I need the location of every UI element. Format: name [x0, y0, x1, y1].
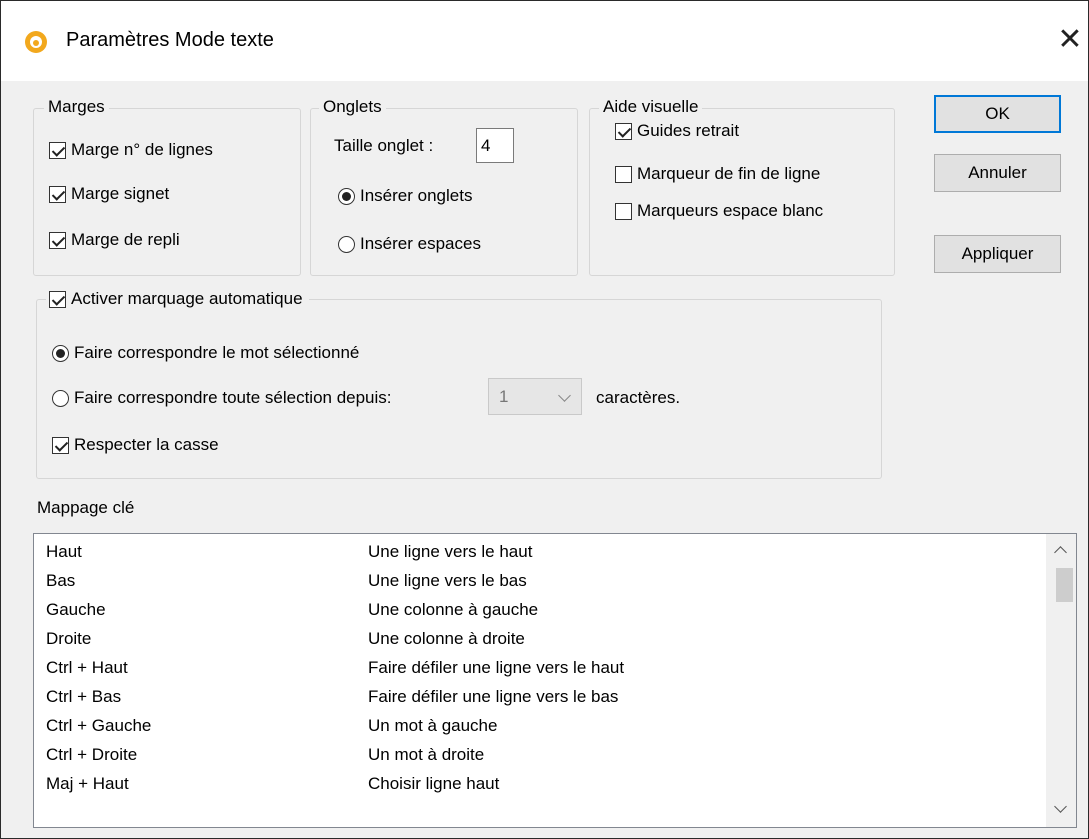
- radio-match-word[interactable]: Faire correspondre le mot sélectionné: [52, 343, 359, 363]
- list-item[interactable]: Ctrl + Droite Un mot à droite: [34, 745, 1044, 769]
- checkbox-whitespace-markers[interactable]: Marqueurs espace blanc: [615, 201, 823, 221]
- checkbox-line-number-margin[interactable]: Marge n° de lignes: [49, 140, 213, 160]
- key-cell: Haut: [46, 542, 82, 561]
- action-cell: Faire défiler une ligne vers le haut: [368, 658, 625, 677]
- checkbox-box[interactable]: [615, 165, 632, 183]
- dropdown-value: 1: [499, 387, 509, 406]
- checkbox-label: Guides retrait: [637, 121, 740, 140]
- list-item[interactable]: Gauche Une colonne à gauche: [34, 600, 1044, 624]
- dialog-window: Paramètres Mode texte ✕ Marges Marge n° …: [0, 0, 1089, 839]
- list-item[interactable]: Bas Une ligne vers le bas: [34, 571, 1044, 595]
- action-cell: Une colonne à gauche: [368, 600, 539, 619]
- checkbox-label: Respecter la casse: [74, 435, 219, 454]
- action-cell: Un mot à gauche: [368, 716, 498, 735]
- chevron-down-icon: [558, 389, 571, 402]
- scroll-up-icon[interactable]: [1054, 546, 1067, 559]
- key-mapping-label: Mappage clé: [37, 498, 135, 517]
- action-cell: Faire défiler une ligne vers le bas: [368, 687, 619, 706]
- list-item[interactable]: Ctrl + Gauche Un mot à gauche: [34, 716, 1044, 740]
- radio-label: Faire correspondre toute sélection depui…: [74, 388, 392, 407]
- scroll-thumb[interactable]: [1056, 568, 1073, 602]
- action-cell: Un mot à droite: [368, 745, 485, 764]
- list-item[interactable]: Maj + Haut Choisir ligne haut: [34, 774, 1044, 798]
- action-cell: Une colonne à droite: [368, 629, 525, 648]
- checkbox-label: Marqueurs espace blanc: [637, 201, 824, 220]
- key-cell: Droite: [46, 629, 92, 648]
- checkbox-box[interactable]: [52, 436, 69, 454]
- radio-label: Insérer espaces: [360, 234, 481, 253]
- app-logo-icon: [25, 31, 47, 53]
- key-cell: Ctrl + Bas: [46, 687, 122, 706]
- radio-button[interactable]: [338, 235, 355, 253]
- checkbox-label: Marge de repli: [71, 230, 180, 249]
- radio-insert-tabs[interactable]: Insérer onglets: [338, 186, 472, 206]
- checkbox-box[interactable]: [49, 185, 66, 203]
- checkbox-label: Marqueur de fin de ligne: [637, 164, 821, 183]
- checkbox-box[interactable]: [49, 141, 66, 159]
- checkbox-label: Activer marquage automatique: [71, 289, 303, 308]
- checkbox-folding-margin[interactable]: Marge de repli: [49, 230, 180, 250]
- tabs-legend: Onglets: [319, 97, 386, 117]
- checkbox-box[interactable]: [49, 290, 66, 308]
- radio-match-selection[interactable]: Faire correspondre toute sélection depui…: [52, 388, 392, 408]
- checkbox-label: Marge signet: [71, 184, 170, 203]
- vertical-scrollbar[interactable]: [1046, 534, 1076, 827]
- key-cell: Ctrl + Haut: [46, 658, 128, 677]
- ok-button[interactable]: OK: [934, 95, 1061, 133]
- checkbox-box[interactable]: [49, 231, 66, 249]
- action-cell: Une ligne vers le bas: [368, 571, 527, 590]
- key-cell: Gauche: [46, 600, 106, 619]
- key-cell: Bas: [46, 571, 76, 590]
- action-cell: Une ligne vers le haut: [368, 542, 533, 561]
- list-item[interactable]: Ctrl + Haut Faire défiler une ligne vers…: [34, 658, 1044, 682]
- key-cell: Ctrl + Gauche: [46, 716, 152, 735]
- apply-button[interactable]: Appliquer: [934, 235, 1061, 273]
- title-bar: Paramètres Mode texte ✕: [1, 1, 1088, 81]
- list-item[interactable]: Haut Une ligne vers le haut: [34, 542, 1044, 566]
- visual-aid-legend: Aide visuelle: [599, 97, 703, 117]
- radio-button[interactable]: [338, 187, 355, 205]
- checkbox-bookmark-margin[interactable]: Marge signet: [49, 184, 169, 204]
- radio-button[interactable]: [52, 389, 69, 407]
- scroll-down-icon[interactable]: [1054, 800, 1067, 813]
- radio-label: Faire correspondre le mot sélectionné: [74, 343, 360, 362]
- checkbox-box[interactable]: [615, 122, 632, 140]
- radio-label: Insérer onglets: [360, 186, 473, 205]
- chars-count-dropdown[interactable]: 1: [488, 378, 582, 415]
- key-cell: Ctrl + Droite: [46, 745, 138, 764]
- margins-legend: Marges: [44, 97, 109, 117]
- dialog-title: Paramètres Mode texte: [66, 29, 274, 51]
- tab-size-label: Taille onglet :: [334, 136, 434, 155]
- checkbox-match-case[interactable]: Respecter la casse: [52, 435, 219, 455]
- close-icon[interactable]: ✕: [1055, 23, 1085, 57]
- radio-button[interactable]: [52, 344, 69, 362]
- checkbox-auto-highlight[interactable]: Activer marquage automatique: [46, 289, 309, 309]
- checkbox-box[interactable]: [615, 202, 632, 220]
- chars-suffix-label: caractères.: [596, 388, 681, 407]
- key-mapping-list[interactable]: Haut Une ligne vers le haut Bas Une lign…: [33, 533, 1077, 828]
- radio-insert-spaces[interactable]: Insérer espaces: [338, 234, 481, 254]
- list-item[interactable]: Droite Une colonne à droite: [34, 629, 1044, 653]
- checkbox-label: Marge n° de lignes: [71, 140, 213, 159]
- list-item[interactable]: Ctrl + Bas Faire défiler une ligne vers …: [34, 687, 1044, 711]
- cancel-button[interactable]: Annuler: [934, 154, 1061, 192]
- checkbox-indent-guides[interactable]: Guides retrait: [615, 121, 739, 141]
- checkbox-eol-marker[interactable]: Marqueur de fin de ligne: [615, 164, 820, 184]
- key-cell: Maj + Haut: [46, 774, 129, 793]
- action-cell: Choisir ligne haut: [368, 774, 500, 793]
- tab-size-input[interactable]: 4: [476, 128, 514, 163]
